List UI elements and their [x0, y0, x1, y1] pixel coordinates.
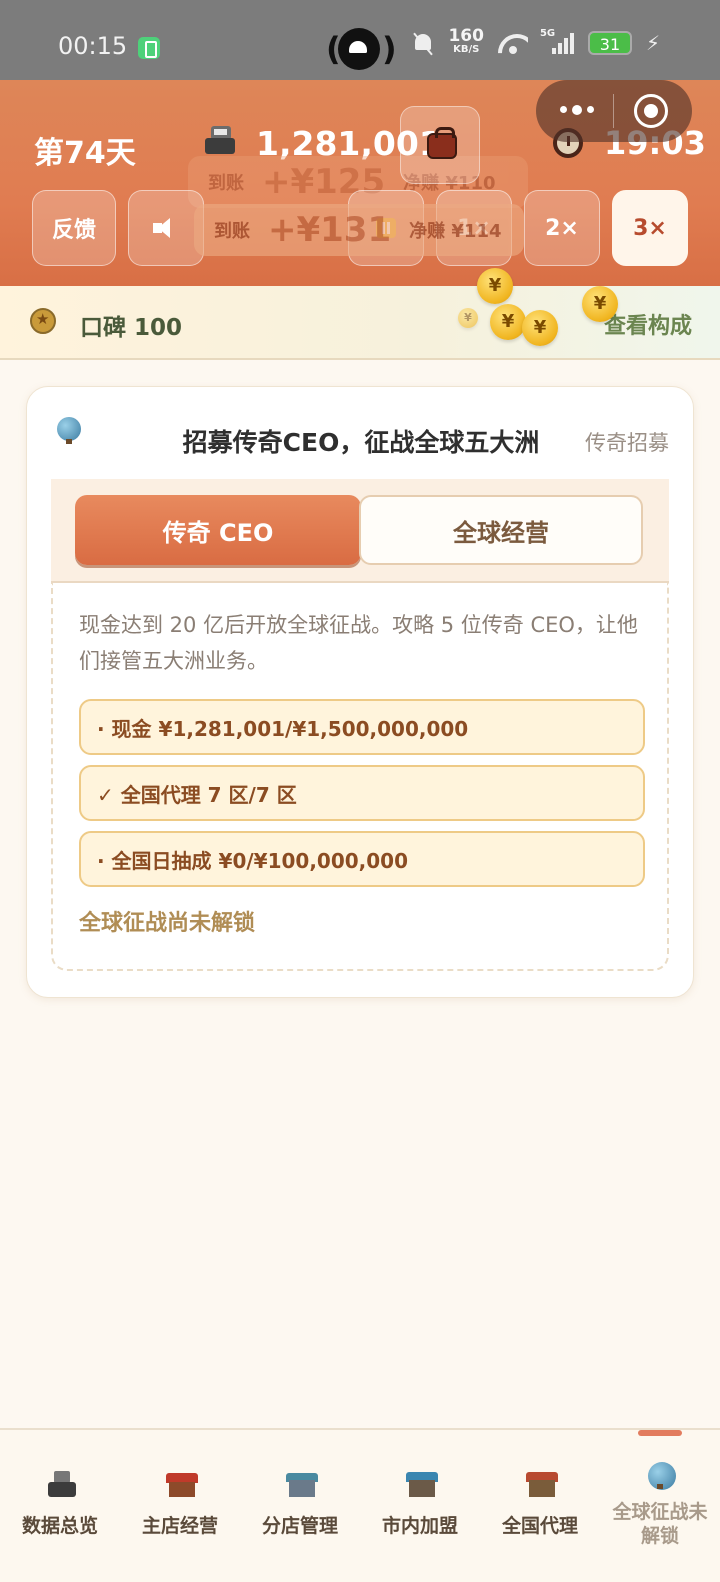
network-speed: 160 KB/S [448, 26, 484, 56]
globe-icon [648, 1462, 676, 1490]
status-icons: 160 KB/S 5G 31 ⚡ [412, 26, 660, 56]
reputation-medal-icon [30, 308, 56, 334]
branch-shop-icon [286, 1470, 318, 1498]
cell-signal-icon: 5G [540, 28, 574, 54]
tab-legend-ceo[interactable]: 传奇 CEO [75, 495, 361, 565]
day-counter: 第74天 [34, 136, 136, 171]
franchise-icon [406, 1470, 438, 1498]
requirement-daily-commission: · 全国日抽成 ¥0/¥100,000,000 [79, 831, 645, 887]
national-agent-icon [526, 1470, 558, 1498]
mute-bell-icon [412, 31, 434, 55]
coin-icon: ¥ [522, 310, 558, 346]
wifi-icon [498, 32, 528, 54]
cash-register-icon [205, 126, 235, 156]
sound-button[interactable] [128, 190, 204, 266]
unlock-requirements-panel: 现金达到 20 亿后开放全球征战。攻略 5 位传奇 CEO，让他们接管五大洲业务… [51, 583, 669, 971]
coin-icon: ¥ [490, 304, 526, 340]
backpack-icon [427, 127, 457, 159]
requirement-cash: · 现金 ¥1,281,001/¥1,500,000,000 [79, 699, 645, 755]
feedback-button[interactable]: 反馈 [32, 190, 116, 266]
miniprogram-capsule [536, 80, 692, 142]
nav-global-conquest[interactable]: 全球征战未解锁 [600, 1430, 720, 1582]
income-toast: 到账 +¥131 净赚 ¥114 [194, 204, 524, 256]
hotspot-icon: ( ) [326, 28, 397, 70]
speed-2x-button[interactable]: 2× [524, 190, 600, 266]
status-bar: 00:15 ( ) 160 KB/S 5G 31 ⚡ [0, 0, 720, 80]
battery-indicator: 31 [587, 31, 632, 55]
app-notification-icon [138, 37, 160, 59]
view-composition-link[interactable]: 查看构成 [604, 308, 692, 340]
speaker-icon [153, 216, 179, 240]
speed-3x-button[interactable]: 3× [612, 190, 688, 266]
requirement-national-agent: ✓ 全国代理 7 区/7 区 [79, 765, 645, 821]
main-shop-icon [166, 1470, 198, 1498]
close-miniprogram-button[interactable] [634, 94, 668, 128]
nav-national-agent[interactable]: 全国代理 [480, 1430, 600, 1582]
more-menu-button[interactable] [560, 105, 594, 115]
game-header: 第74天 1,281,001 到账 +¥125 净赚 ¥110 19:03 反馈… [0, 80, 720, 286]
tab-global-business[interactable]: 全球经营 [359, 495, 643, 565]
cash-register-icon [46, 1470, 76, 1498]
backpack-button[interactable] [400, 106, 480, 184]
nav-data-overview[interactable]: 数据总览 [0, 1430, 120, 1582]
bottom-navigation: 数据总览 主店经营 分店管理 市内加盟 全国代理 全球征战未解锁 [0, 1428, 720, 1582]
tab-bar: 传奇 CEO 全球经营 [51, 479, 669, 583]
charging-bolt-icon: ⚡ [645, 31, 660, 55]
locked-status: 全球征战尚未解锁 [79, 911, 256, 936]
nav-main-shop[interactable]: 主店经营 [120, 1430, 240, 1582]
unlock-description: 现金达到 20 亿后开放全球征战。攻略 5 位传奇 CEO，让他们接管五大洲业务… [79, 613, 638, 673]
nav-active-indicator [638, 1430, 682, 1436]
legend-ceo-card: 招募传奇CEO，征战全球五大洲 传奇招募 传奇 CEO 全球经营 现金达到 20… [26, 386, 694, 998]
coin-icon: ¥ [477, 268, 513, 304]
legend-recruit-link[interactable]: 传奇招募 [585, 427, 669, 457]
nav-branch-management[interactable]: 分店管理 [240, 1430, 360, 1582]
coin-icon: ¥ [458, 308, 478, 328]
reputation-value: 口碑 100 [80, 315, 183, 341]
coin-icon: ¥ [582, 286, 618, 322]
nav-city-franchise[interactable]: 市内加盟 [360, 1430, 480, 1582]
status-time: 00:15 [58, 32, 128, 60]
